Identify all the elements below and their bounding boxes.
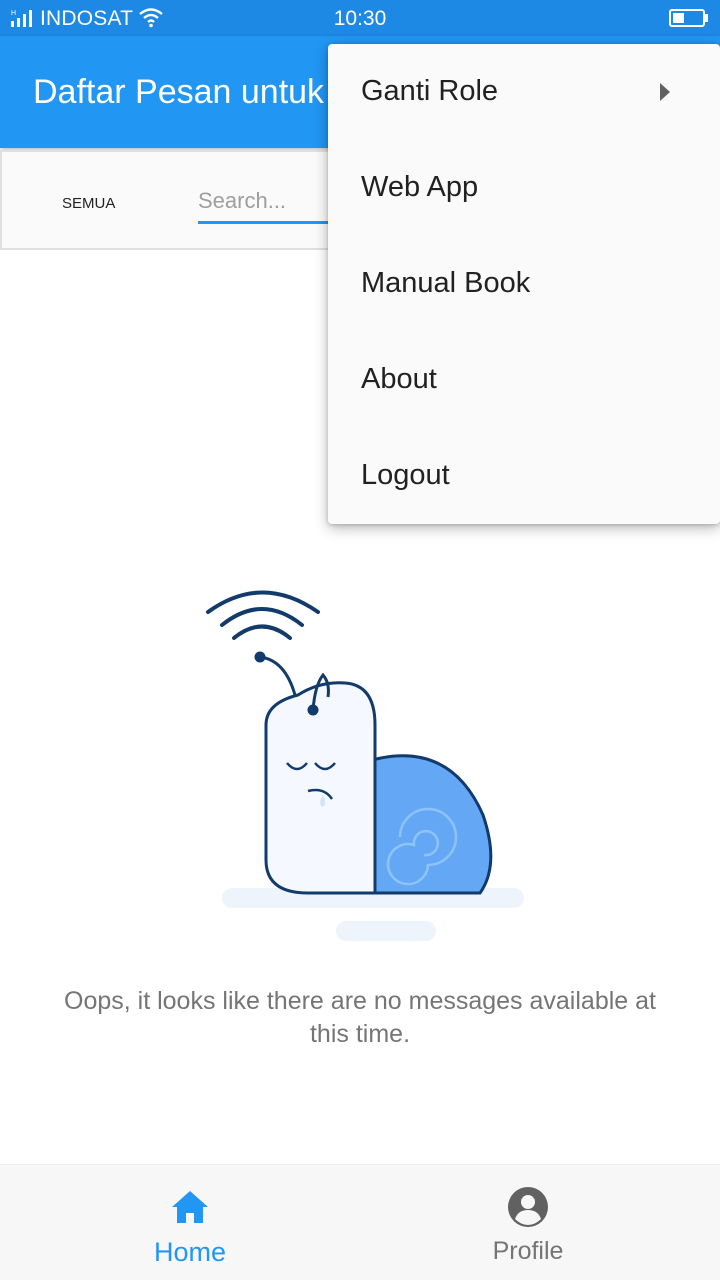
home-icon bbox=[172, 1191, 208, 1223]
menu-item-ganti-role[interactable]: Ganti Role bbox=[328, 44, 720, 140]
menu-item-about[interactable]: About bbox=[328, 332, 720, 428]
screen: H INDOSAT 10:30 Daftar Pesan untuk SEMUA bbox=[0, 0, 720, 1280]
empty-state-message: Oops, it looks like there are no message… bbox=[64, 987, 656, 1048]
menu-item-label: Manual Book bbox=[361, 267, 531, 299]
menu-item-label: Logout bbox=[361, 459, 450, 491]
menu-item-label: About bbox=[361, 363, 437, 395]
nav-profile-label: Profile bbox=[492, 1237, 564, 1265]
menu-item-label: Ganti Role bbox=[361, 75, 499, 107]
account-circle-icon bbox=[508, 1187, 548, 1227]
filter-tab-semua[interactable]: SEMUA bbox=[62, 195, 115, 212]
menu-item-web-app[interactable]: Web App bbox=[328, 140, 720, 236]
bottom-navigation: Home Profile bbox=[0, 1164, 720, 1280]
overflow-menu: Ganti Role Web App Manual Book About Log… bbox=[328, 44, 720, 524]
battery-icon bbox=[669, 9, 708, 27]
status-bar: H INDOSAT 10:30 bbox=[0, 0, 720, 36]
sleepy-snail-illustration bbox=[206, 590, 524, 941]
status-time: 10:30 bbox=[333, 7, 387, 30]
nav-profile[interactable]: Profile bbox=[408, 1165, 648, 1280]
menu-item-logout[interactable]: Logout bbox=[328, 428, 720, 524]
menu-item-label: Web App bbox=[361, 171, 479, 203]
submenu-arrow-icon bbox=[660, 83, 670, 101]
nav-home[interactable]: Home bbox=[70, 1165, 310, 1280]
menu-item-manual-book[interactable]: Manual Book bbox=[328, 236, 720, 332]
nav-home-label: Home bbox=[153, 1237, 227, 1267]
page-title: Daftar Pesan untuk bbox=[33, 73, 325, 111]
